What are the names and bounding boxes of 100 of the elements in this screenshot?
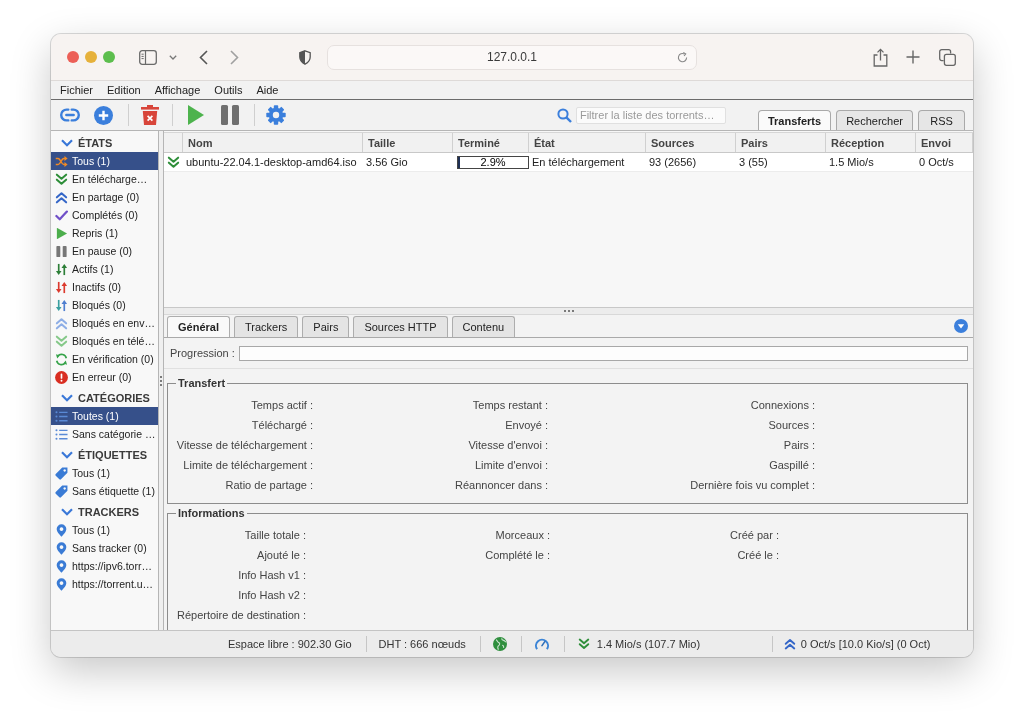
- section-header[interactable]: CATÉGORIES: [51, 389, 158, 407]
- field-label: Info Hash v1 :: [238, 568, 306, 583]
- tab[interactable]: Sources HTTP: [353, 316, 448, 337]
- sidebar-item[interactable]: Repris (1): [51, 224, 158, 242]
- pause-icon[interactable]: [221, 105, 239, 125]
- field-label: Vitesse d'envoi :: [468, 438, 548, 453]
- tab[interactable]: Trackers: [233, 316, 299, 337]
- sidebar-item[interactable]: En partage (0): [51, 188, 158, 206]
- sidebar-item[interactable]: Sans tracker (0): [51, 539, 158, 557]
- sidebar-item[interactable]: Actifs (1): [51, 260, 158, 278]
- list-icon: [55, 427, 68, 441]
- column-header[interactable]: Terminé: [453, 133, 529, 152]
- tab[interactable]: Transferts: [757, 110, 832, 130]
- sidebar-item[interactable]: Complétés (0): [51, 206, 158, 224]
- tab[interactable]: Général: [167, 316, 230, 337]
- field-label: Taille totale :: [244, 528, 306, 543]
- menu-item[interactable]: Affichage: [147, 81, 208, 99]
- tab[interactable]: RSS: [918, 110, 965, 130]
- status-text: 1.4 Mio/s (107.7 Mio): [596, 638, 701, 650]
- menu-item[interactable]: Edition: [100, 81, 148, 99]
- play-icon: [55, 226, 68, 240]
- plus-icon[interactable]: [906, 50, 920, 64]
- table-row[interactable]: ubuntu-22.04.1-desktop-amd64.iso 3.56 Gio 2.9% En téléchargement 93 (2656) 3 (55) 1.5 Mio/s 0 Oct/s: [164, 153, 973, 172]
- field-label: Pairs :: [783, 438, 815, 453]
- field-label: Temps restant :: [472, 398, 548, 413]
- sidebar-item[interactable]: Bloqués en env…: [51, 314, 158, 332]
- sidebar-item[interactable]: Toutes (1): [51, 407, 158, 425]
- link-icon[interactable]: [60, 107, 80, 123]
- sidebar-item[interactable]: https://torrent.u…: [51, 575, 158, 593]
- column-header[interactable]: Pairs: [736, 133, 826, 152]
- share-icon[interactable]: [873, 47, 888, 67]
- progress-text: 2.9%: [480, 156, 506, 168]
- settings-icon[interactable]: [266, 105, 286, 125]
- table-cell-text: ubuntu-22.04.1-desktop-amd64.iso: [185, 155, 358, 170]
- globe-icon[interactable]: [492, 637, 507, 651]
- sidebar-item[interactable]: Tous (1): [51, 464, 158, 482]
- reload-icon[interactable]: [677, 51, 688, 63]
- map-pin-icon: [55, 523, 68, 537]
- plus-circle-icon[interactable]: [94, 105, 113, 125]
- close-window-icon[interactable]: [67, 51, 79, 63]
- sidebar-item[interactable]: Bloqués en télé…: [51, 332, 158, 350]
- chevron-down-icon: [61, 139, 73, 147]
- menu-item[interactable]: Aide: [249, 81, 286, 99]
- caret-circle-icon[interactable]: [954, 319, 968, 333]
- column-header[interactable]: Envoi: [916, 133, 973, 152]
- map-pin-icon: [55, 559, 68, 573]
- table-cell-text: 93 (2656): [648, 155, 698, 170]
- section-header[interactable]: ÉTIQUETTES: [51, 446, 158, 464]
- sidebar-icon[interactable]: [139, 49, 157, 65]
- table-cell-text: 1.5 Mio/s: [828, 155, 875, 170]
- sidebar-item[interactable]: Tous (1): [51, 521, 158, 539]
- tab[interactable]: Contenu: [451, 316, 516, 337]
- double-chevron-up-icon: [55, 316, 68, 330]
- tab[interactable]: Pairs: [302, 316, 350, 337]
- sidebar-item[interactable]: En télécharge…: [51, 170, 158, 188]
- menu-item[interactable]: Outils: [207, 81, 250, 99]
- sidebar-item[interactable]: En pause (0): [51, 242, 158, 260]
- up-down-arrows-icon: [55, 280, 68, 294]
- double-chevron-up-icon: [783, 638, 796, 650]
- column-header[interactable]: État: [529, 133, 646, 152]
- column-header[interactable]: Taille: [363, 133, 453, 152]
- column-header[interactable]: Sources: [646, 133, 736, 152]
- shield-icon[interactable]: [299, 49, 311, 65]
- gauge-icon[interactable]: [534, 637, 549, 651]
- field-label: Sources :: [768, 418, 815, 433]
- trash-icon[interactable]: [141, 105, 159, 125]
- table-cell-text: 3 (55): [738, 155, 769, 170]
- section-header[interactable]: TRACKERS: [51, 503, 158, 521]
- sidebar-item[interactable]: En erreur (0): [51, 368, 158, 386]
- sidebar-item[interactable]: https://ipv6.torr…: [51, 557, 158, 575]
- section-header[interactable]: ÉTATS: [51, 134, 158, 152]
- field-label: Répertoire de destination :: [176, 608, 306, 623]
- sidebar-item[interactable]: Bloqués (0): [51, 296, 158, 314]
- chevron-right-icon[interactable]: [230, 49, 239, 65]
- field-label: Morceaux :: [495, 528, 550, 543]
- chevron-down-icon: [61, 451, 73, 459]
- chevron-down-icon[interactable]: [169, 54, 177, 60]
- tab[interactable]: Rechercher: [836, 110, 913, 130]
- sidebar-item[interactable]: Sans étiquette (1): [51, 482, 158, 500]
- sidebar-item[interactable]: En vérification (0): [51, 350, 158, 368]
- tag-icon: [55, 484, 68, 498]
- column-header[interactable]: Réception: [826, 133, 916, 152]
- search-field[interactable]: Filtrer la liste des torrents…: [575, 106, 726, 124]
- map-pin-icon: [55, 577, 68, 591]
- field-label: Temps actif :: [251, 398, 313, 413]
- overlapping-squares-icon[interactable]: [939, 48, 956, 66]
- play-icon[interactable]: [188, 105, 204, 125]
- sidebar-item[interactable]: Inactifs (0): [51, 278, 158, 296]
- chevron-left-icon[interactable]: [199, 49, 208, 65]
- status-text: Espace libre : 902.30 Gio: [228, 638, 352, 650]
- status-text: 0 Oct/s [10.0 Kio/s] (0 Oct): [800, 638, 931, 650]
- error-icon: [55, 370, 68, 384]
- double-chevron-down-icon: [55, 172, 68, 186]
- sidebar-item[interactable]: Tous (1): [51, 152, 158, 170]
- menu-item[interactable]: Fichier: [53, 81, 100, 99]
- address-bar[interactable]: 127.0.0.1: [327, 44, 697, 70]
- zoom-window-icon[interactable]: [103, 51, 115, 63]
- sidebar-item[interactable]: Sans catégorie …: [51, 425, 158, 443]
- column-header[interactable]: Nom: [183, 133, 363, 152]
- field-label: Ratio de partage :: [225, 478, 313, 493]
